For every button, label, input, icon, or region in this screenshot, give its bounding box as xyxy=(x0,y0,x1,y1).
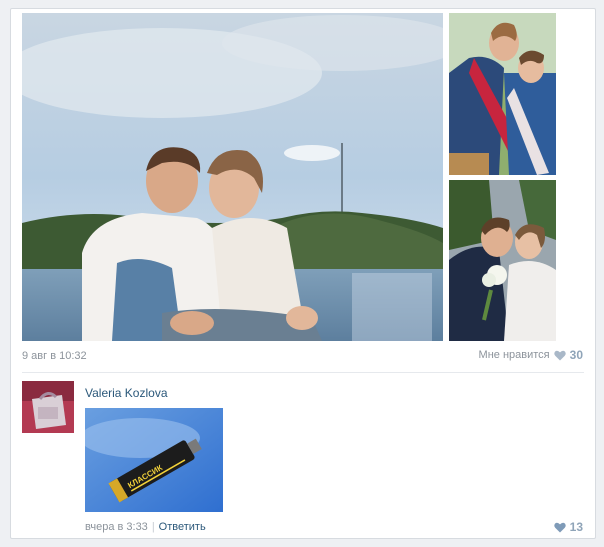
comment-meta: вчера в 3:33 | Ответить xyxy=(85,521,206,533)
heart-icon xyxy=(553,522,566,532)
post-photo-side-bottom[interactable] xyxy=(449,180,556,341)
comment-author[interactable]: Valeria Kozlova xyxy=(85,386,168,400)
wedding-couple-photo xyxy=(449,180,556,341)
post-like-count: 30 xyxy=(569,348,583,362)
comment-like-count: 13 xyxy=(569,520,583,534)
couple-lake-photo xyxy=(22,13,443,341)
post-photo-side-top[interactable] xyxy=(449,13,556,175)
heart-icon xyxy=(553,350,566,360)
comment-date[interactable]: вчера в 3:33 xyxy=(85,521,148,533)
like-label: Мне нравится xyxy=(478,349,550,361)
glue-tube-image: КЛАССИК xyxy=(85,408,223,512)
meta-separator: | xyxy=(151,521,155,533)
post-card: 9 авг в 10:32 Мне нравится 30 Valeria Ko… xyxy=(10,8,596,539)
post-photo-main[interactable] xyxy=(22,13,443,341)
comments-divider xyxy=(22,372,584,373)
graduation-couple-photo xyxy=(449,13,556,175)
post-like-button[interactable]: Мне нравится 30 xyxy=(479,348,583,362)
avatar-image xyxy=(22,381,74,433)
comment-attachment-image[interactable]: КЛАССИК xyxy=(85,408,223,512)
post-date[interactable]: 9 авг в 10:32 xyxy=(22,350,87,362)
avatar[interactable] xyxy=(22,381,74,433)
comment-like-button[interactable]: 13 xyxy=(553,520,583,534)
reply-link[interactable]: Ответить xyxy=(159,521,206,533)
